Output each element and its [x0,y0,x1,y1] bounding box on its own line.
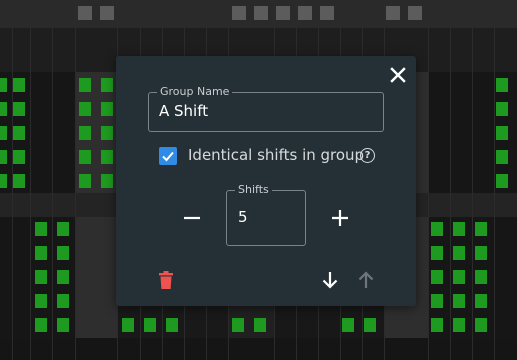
shifts-field[interactable]: Shifts 5 [226,183,306,246]
help-circle-icon[interactable]: ? [360,148,375,163]
identical-shifts-checkbox[interactable] [159,147,177,165]
close-icon [390,67,406,83]
plus-icon [332,210,348,226]
checkmark-icon [162,151,174,162]
decrement-button[interactable] [180,206,204,230]
group-name-label: Group Name [157,85,233,99]
arrow-up-icon [358,271,374,288]
shifts-label: Shifts [235,183,272,197]
move-up-button[interactable] [354,268,378,292]
arrow-down-icon [322,272,338,289]
shift-group-dialog: Group Name A Shift Identical shifts in g… [116,56,416,306]
group-name-input[interactable]: A Shift [159,102,208,120]
trash-icon [159,271,173,289]
shifts-input[interactable]: 5 [238,208,248,226]
minus-icon [184,216,200,220]
group-name-field[interactable]: Group Name A Shift [148,85,384,132]
delete-button[interactable] [154,268,178,292]
move-down-button[interactable] [318,268,342,292]
increment-button[interactable] [328,206,352,230]
close-button[interactable] [386,63,410,87]
identical-shifts-label: Identical shifts in group [188,146,365,164]
